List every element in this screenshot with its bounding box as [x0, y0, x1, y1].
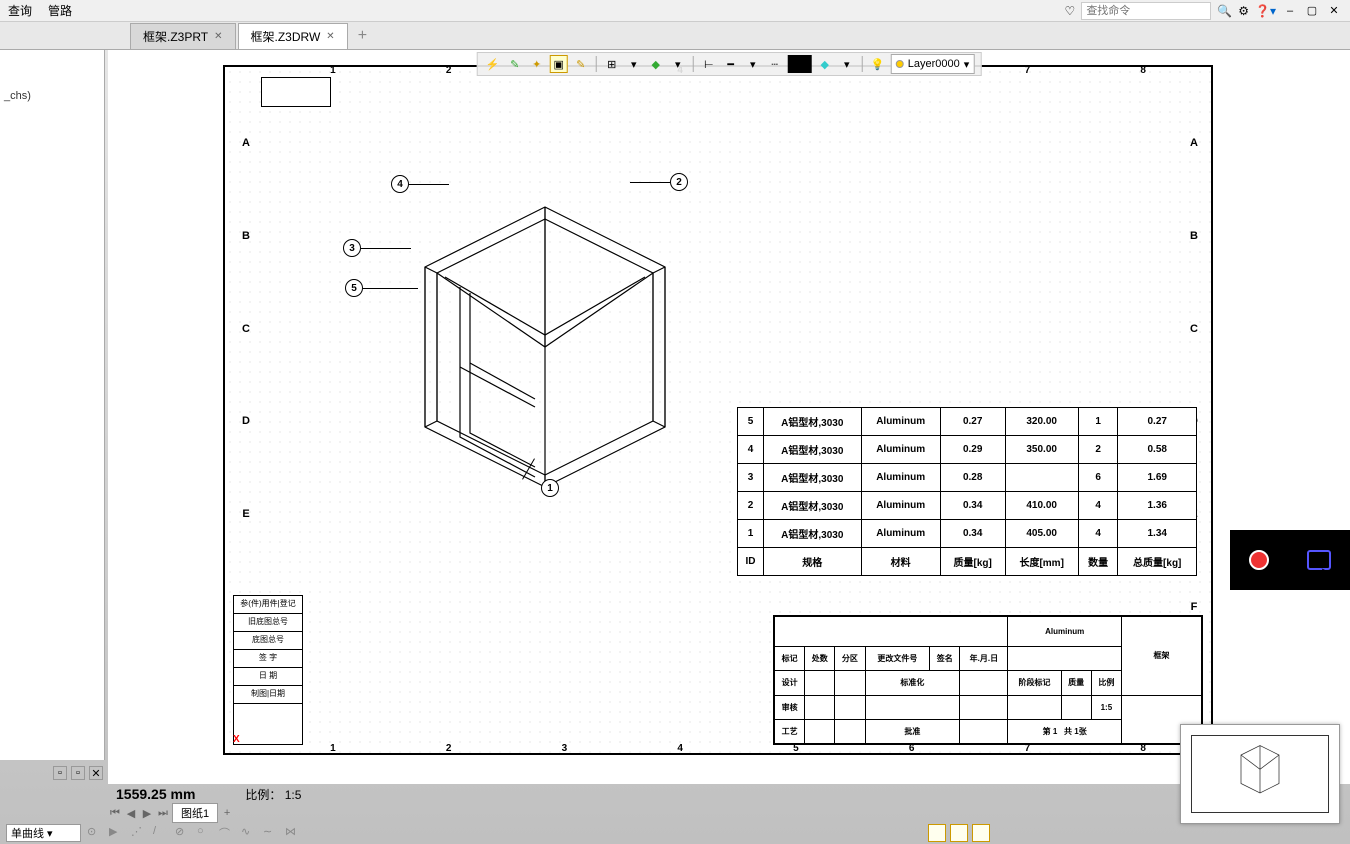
status-bar: 1559.25 mm 比例： 1:5 [108, 784, 1350, 804]
bom-table: 5A铝型材,3030Aluminum0.27320.0010.27 4A铝型材,… [737, 407, 1197, 576]
maximize-button[interactable]: ▢ [1304, 3, 1320, 19]
tool-icon[interactable]: ▣ [550, 55, 568, 73]
left-panel-icons: ▫ ▫ ✕ [0, 764, 105, 784]
cube-isometric-view [365, 147, 705, 497]
close-button[interactable]: ✕ [1326, 3, 1342, 19]
close-icon[interactable]: ✕ [326, 31, 334, 42]
tool-icon[interactable]: ⋈ [285, 825, 301, 841]
add-tab-button[interactable]: + [350, 23, 375, 49]
help-icon[interactable]: ❓▾ [1255, 4, 1276, 18]
tool-icon[interactable]: ⌒ [219, 825, 235, 841]
tool-icon[interactable]: ▾ [838, 55, 856, 73]
menu-query[interactable]: 查询 [8, 2, 32, 19]
close-icon[interactable]: ✕ [214, 31, 222, 42]
title-block: 参(件)用件|登记 旧底图总号 底图总号 签 字 日 期 制图|日期 Alumi… [233, 595, 1203, 745]
thumbnail-preview[interactable] [1180, 724, 1340, 824]
balloon-1[interactable]: 1 [541, 479, 559, 497]
layer-color-dot [896, 60, 904, 68]
title-block-left: 参(件)用件|登记 旧底图总号 底图总号 签 字 日 期 制图|日期 [233, 595, 303, 745]
view-icon-2[interactable] [950, 824, 968, 842]
tool-icon[interactable]: ◆ [816, 55, 834, 73]
menubar: 查询 管路 ♡ 🔍 ⚙ ❓▾ – ▢ ✕ [0, 0, 1350, 22]
sheet-tab-1[interactable]: 图纸1 [172, 803, 218, 823]
panel-icon-1[interactable]: ▫ [53, 766, 67, 780]
bottom-toolbar: 单曲线 ▾ ⊙ ▶ ⋰ / ⊘ ○ ⌒ ∿ ∼ ⋈ [0, 822, 1350, 844]
tool-icon[interactable]: ✦ [528, 55, 546, 73]
sheet-prev[interactable]: ◀ [124, 807, 138, 820]
title-block-right: Aluminum框架 标记处数分区更改文件号签名年.月.日 设计标准化阶段标记质… [773, 615, 1203, 745]
panel-icon-2[interactable]: ▫ [71, 766, 85, 780]
document-tabs: 框架.Z3PRT✕ 框架.Z3DRW✕ + [0, 22, 1350, 50]
sheet-first[interactable]: ⏮ [108, 807, 122, 820]
tool-icon[interactable]: ⚡ [484, 55, 502, 73]
heart-icon[interactable]: ♡ [1065, 4, 1076, 18]
tool-icon[interactable]: ⊘ [175, 825, 191, 841]
tab-z3prt[interactable]: 框架.Z3PRT✕ [130, 23, 236, 49]
tool-icon[interactable]: ✎ [506, 55, 524, 73]
bulb-icon[interactable]: 💡 [869, 55, 887, 73]
tool-icon[interactable]: ⋰ [131, 825, 147, 841]
balloon-5[interactable]: 5 [345, 279, 363, 297]
tool-icon[interactable] [788, 55, 812, 73]
minimize-button[interactable]: – [1282, 3, 1298, 19]
sheet-tabs: ⏮ ◀ ▶ ⏭ 图纸1 + [108, 804, 234, 822]
balloon-2[interactable]: 2 [670, 173, 688, 191]
settings-icon[interactable]: ⚙ [1238, 4, 1249, 18]
tool-icon[interactable]: ┄ [766, 55, 784, 73]
tool-icon[interactable]: ○ [197, 825, 213, 841]
record-button[interactable] [1249, 550, 1269, 570]
sheet-last[interactable]: ⏭ [156, 807, 170, 820]
view-icon-3[interactable] [972, 824, 990, 842]
curve-selector[interactable]: 单曲线 ▾ [6, 824, 81, 842]
layer-selector[interactable]: Layer0000 ▾ [891, 54, 975, 74]
tab-z3drw[interactable]: 框架.Z3DRW✕ [238, 23, 348, 49]
tool-icon[interactable]: / [153, 825, 169, 841]
tool-icon[interactable]: ∼ [263, 825, 279, 841]
coordinate-readout: 1559.25 mm [116, 786, 195, 802]
row-labels-left: ABCDEF [237, 97, 255, 653]
sheet-next[interactable]: ▶ [140, 807, 154, 820]
tool-icon[interactable]: ▾ [669, 55, 687, 73]
tool-icon[interactable]: ✎ [572, 55, 590, 73]
balloon-3[interactable]: 3 [343, 239, 361, 257]
scale-readout: 比例： 1:5 [245, 786, 301, 803]
tool-icon[interactable]: ◆ [647, 55, 665, 73]
tool-icon[interactable]: ⊢ [700, 55, 718, 73]
add-sheet[interactable]: + [220, 807, 234, 819]
panel-icon-3[interactable]: ✕ [89, 766, 103, 780]
panel-text: _chs) [0, 50, 104, 142]
dropdown-icon: ▾ [964, 58, 970, 71]
axis-marker: X [233, 734, 240, 745]
view-mode-icons [928, 824, 990, 842]
tool-icon[interactable]: ⊙ [87, 825, 103, 841]
tool-icon[interactable]: ▾ [625, 55, 643, 73]
view-icon-1[interactable] [928, 824, 946, 842]
drawing-sheet[interactable]: 12345678 12345678 ABCDEF ABCDEF [223, 65, 1213, 755]
balloon-4[interactable]: 4 [391, 175, 409, 193]
grid-icon[interactable]: ⊞ [603, 55, 621, 73]
tool-icon[interactable]: ∿ [241, 825, 257, 841]
search-icon[interactable]: 🔍 [1217, 4, 1232, 18]
drawing-toolbar: ⚡ ✎ ✦ ▣ ✎ ⊞ ▾ ◆ ▾ ⊢ ━ ▾ ┄ ◆ ▾ 💡 Layer000… [477, 52, 982, 76]
tool-icon[interactable]: ▶ [109, 825, 125, 841]
cursor-icon: ➤ [1319, 560, 1342, 593]
menu-pipe[interactable]: 管路 [48, 2, 72, 19]
tool-icon[interactable]: ━ [722, 55, 740, 73]
search-command-input[interactable] [1081, 2, 1211, 20]
canvas-area[interactable]: ⚡ ✎ ✦ ▣ ✎ ⊞ ▾ ◆ ▾ ⊢ ━ ▾ ┄ ◆ ▾ 💡 Layer000… [108, 50, 1350, 784]
tool-icon[interactable]: ▾ [744, 55, 762, 73]
left-panel: _chs) [0, 50, 105, 760]
corner-box [261, 77, 331, 107]
